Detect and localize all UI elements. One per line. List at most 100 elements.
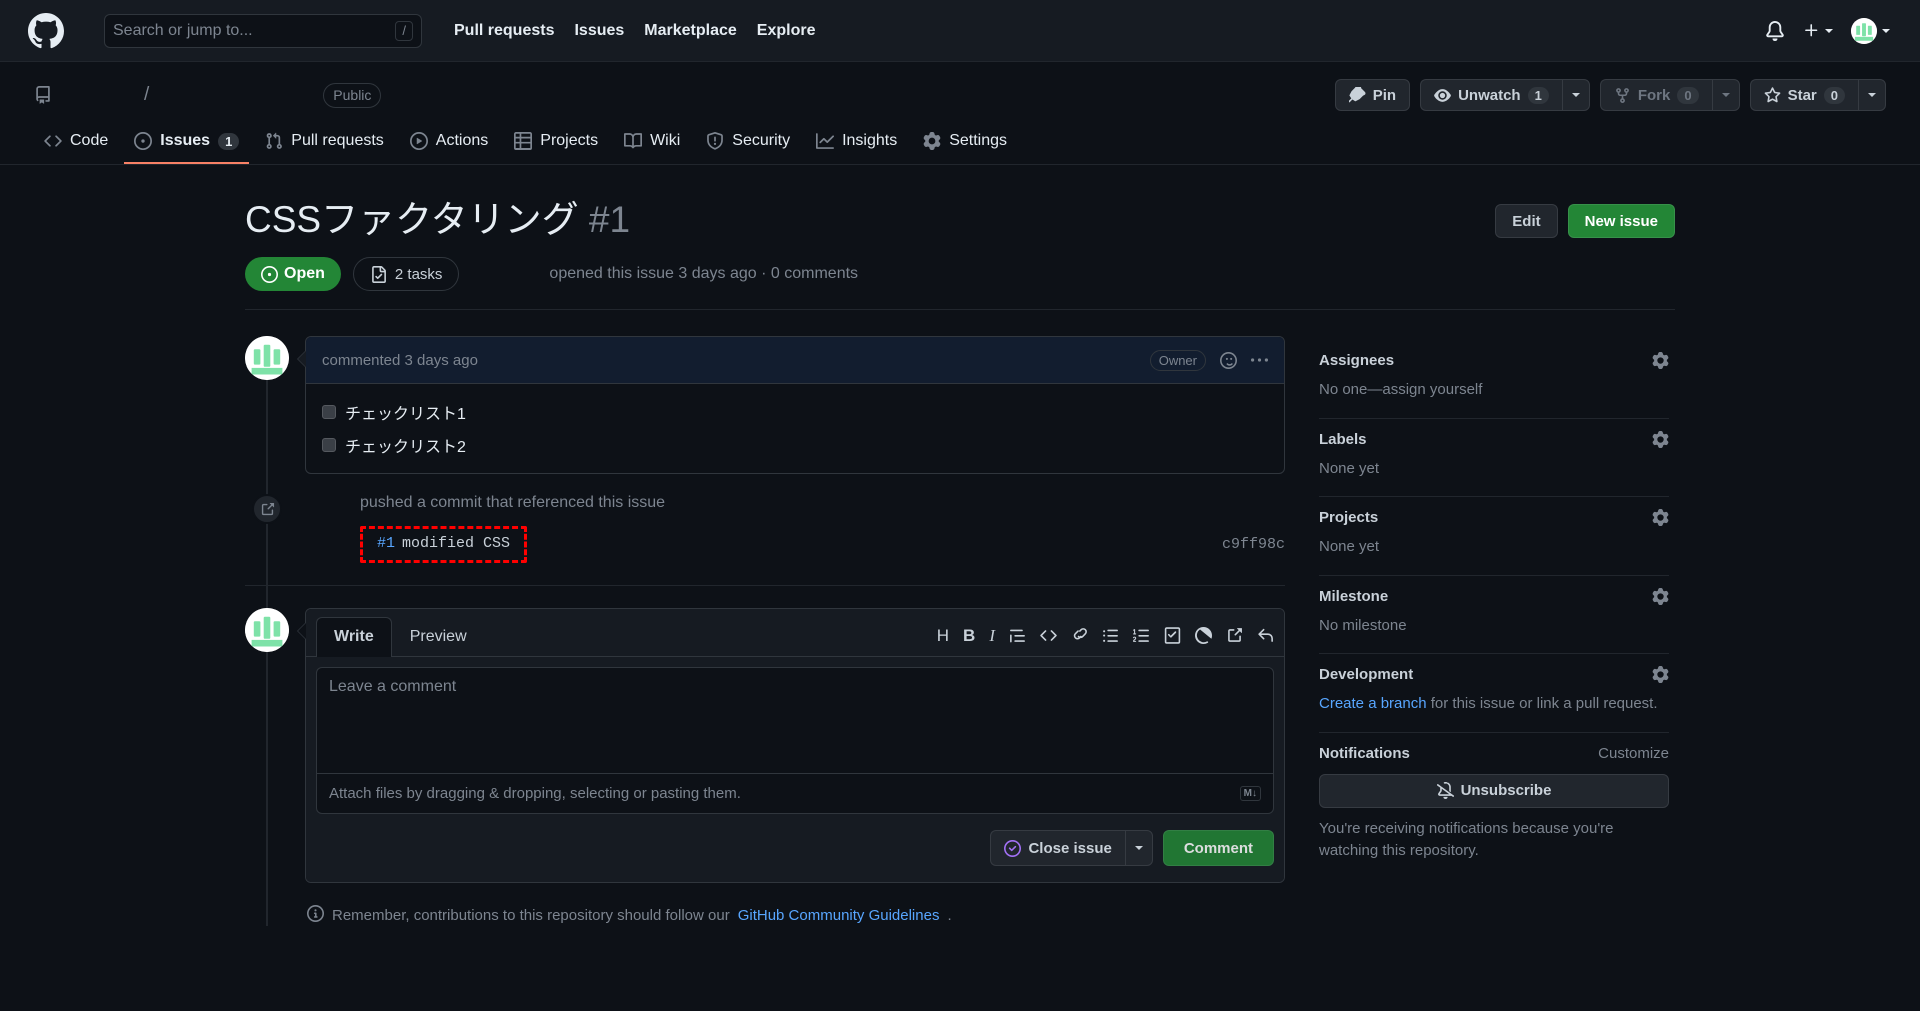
gear-icon[interactable] bbox=[1652, 352, 1669, 370]
projects-value: None yet bbox=[1319, 538, 1380, 556]
guideline-suffix: . bbox=[947, 907, 952, 925]
comment-header: commented 3 days ago Owner bbox=[306, 337, 1284, 385]
repo-tab-pull-requests[interactable]: Pull requests bbox=[255, 124, 394, 164]
repo-tab-insights[interactable]: Insights bbox=[806, 124, 907, 164]
markdown-icon[interactable]: M↓ bbox=[1239, 786, 1261, 802]
nav-marketplace[interactable]: Marketplace bbox=[644, 22, 737, 40]
heading-icon[interactable]: H bbox=[937, 627, 949, 644]
close-issue-label: Close issue bbox=[1028, 839, 1112, 857]
page-title: CSSファクタリング #1 bbox=[245, 197, 630, 243]
attach-files-hint: Attach files by dragging & dropping, sel… bbox=[329, 785, 741, 803]
table-icon bbox=[514, 132, 533, 150]
issue-meta-row: Open 2 tasks opened this issue 3 days ag… bbox=[245, 257, 1675, 311]
unwatch-count: 1 bbox=[1527, 86, 1549, 104]
unwatch-button[interactable]: Unwatch 1 bbox=[1420, 79, 1562, 111]
checkbox-icon[interactable] bbox=[322, 405, 336, 420]
create-branch-link[interactable]: Create a branch bbox=[1319, 695, 1427, 712]
repo-tab-projects[interactable]: Projects bbox=[504, 124, 608, 164]
star-dropdown-button[interactable] bbox=[1858, 79, 1886, 111]
pin-icon bbox=[1348, 86, 1366, 102]
fork-count: 0 bbox=[1677, 86, 1699, 104]
repo-tab-wiki[interactable]: Wiki bbox=[614, 124, 690, 164]
fork-dropdown-button[interactable] bbox=[1711, 79, 1740, 111]
event-title: pushed a commit that referenced this iss… bbox=[360, 494, 666, 512]
comment-header-actions: Owner bbox=[1149, 349, 1268, 371]
kebab-horizontal-icon[interactable] bbox=[1251, 352, 1268, 369]
watch-dropdown-button[interactable] bbox=[1561, 79, 1590, 111]
comment-textarea[interactable] bbox=[317, 668, 1273, 769]
nav-explore[interactable]: Explore bbox=[757, 22, 816, 40]
link-icon[interactable] bbox=[1071, 627, 1088, 644]
nav-pull-requests[interactable]: Pull requests bbox=[454, 22, 554, 40]
reply-icon[interactable] bbox=[1257, 627, 1274, 644]
timeline-event-content: pushed a commit that referenced this iss… bbox=[298, 494, 1285, 564]
gear-icon[interactable] bbox=[1652, 430, 1669, 448]
repo-tab-label: Code bbox=[70, 132, 109, 149]
github-mark-icon[interactable] bbox=[28, 12, 64, 49]
comment-submit-button[interactable]: Comment bbox=[1162, 830, 1274, 867]
repo-title-row: / Public Pin Unwatch 1 Fork 0 Star 0 bbox=[34, 78, 1886, 112]
bold-icon[interactable]: B bbox=[963, 627, 975, 644]
info-icon bbox=[307, 905, 324, 926]
commit-issue-ref[interactable]: #1 bbox=[377, 535, 395, 552]
avatar[interactable] bbox=[245, 608, 289, 653]
avatar[interactable] bbox=[245, 336, 289, 381]
commit-message[interactable]: modified CSS bbox=[402, 535, 510, 552]
sidebar-title: Labels bbox=[1319, 430, 1367, 448]
bell-icon[interactable] bbox=[1765, 20, 1785, 41]
tasklist-icon bbox=[372, 265, 386, 283]
tab-preview[interactable]: Preview bbox=[392, 617, 485, 657]
close-issue-button[interactable]: Close issue bbox=[990, 830, 1125, 867]
visibility-badge: Public bbox=[323, 82, 382, 108]
profile-menu[interactable] bbox=[1851, 17, 1890, 44]
tasklist-icon[interactable] bbox=[1164, 627, 1181, 644]
guideline-link[interactable]: GitHub Community Guidelines bbox=[738, 907, 940, 924]
quote-icon[interactable] bbox=[1009, 627, 1026, 644]
search-input[interactable]: Search or jump to... / bbox=[104, 13, 422, 48]
pin-button[interactable]: Pin bbox=[1334, 79, 1411, 111]
close-issue-dropdown-button[interactable] bbox=[1124, 830, 1153, 867]
repo-actions: Pin Unwatch 1 Fork 0 Star 0 bbox=[1334, 79, 1886, 111]
customize-notifications-link[interactable]: Customize bbox=[1598, 745, 1669, 762]
code-icon[interactable] bbox=[1040, 627, 1057, 644]
mention-icon[interactable] bbox=[1195, 627, 1212, 645]
star-button[interactable]: Star 0 bbox=[1749, 79, 1858, 111]
commit-sha[interactable]: c9ff98c bbox=[1222, 536, 1285, 553]
create-new-button[interactable] bbox=[1803, 22, 1833, 39]
repo-tab-issues[interactable]: Issues 1 bbox=[124, 124, 250, 164]
sidebar-title: Development bbox=[1319, 666, 1414, 684]
search-placeholder: Search or jump to... bbox=[113, 21, 253, 39]
development-text: for this issue or link a pull request. bbox=[1426, 695, 1658, 713]
repo-tab-label: Settings bbox=[949, 132, 1008, 149]
gear-icon[interactable] bbox=[1652, 509, 1669, 527]
pin-label: Pin bbox=[1372, 86, 1397, 104]
unordered-list-icon[interactable] bbox=[1102, 627, 1119, 644]
repo-tab-code[interactable]: Code bbox=[34, 124, 118, 164]
repo-tab-label: Actions bbox=[435, 132, 489, 149]
new-issue-button[interactable]: New issue bbox=[1567, 204, 1675, 238]
gear-icon[interactable] bbox=[1652, 666, 1669, 684]
markdown-toolbar: H B I bbox=[937, 627, 1274, 656]
tasks-badge[interactable]: 2 tasks bbox=[352, 257, 460, 292]
unsubscribe-button[interactable]: Unsubscribe bbox=[1319, 773, 1669, 808]
task-list-item[interactable]: チェックリスト1 bbox=[322, 400, 1268, 424]
gear-icon[interactable] bbox=[1652, 587, 1669, 605]
task-list-item[interactable]: チェックリスト2 bbox=[322, 433, 1268, 457]
edit-button[interactable]: Edit bbox=[1495, 204, 1558, 238]
cross-reference-icon[interactable] bbox=[1226, 627, 1243, 644]
repo-tab-settings[interactable]: Settings bbox=[913, 124, 1017, 164]
sidebar-section-notifications: Notifications Customize Unsubscribe You'… bbox=[1319, 733, 1669, 879]
ordered-list-icon[interactable] bbox=[1133, 627, 1150, 644]
smiley-icon[interactable] bbox=[1220, 351, 1237, 369]
assignees-value[interactable]: No one—assign yourself bbox=[1319, 379, 1669, 402]
repo-tab-actions[interactable]: Actions bbox=[400, 124, 498, 164]
checkbox-icon[interactable] bbox=[322, 438, 336, 453]
author-role-badge: Owner bbox=[1149, 349, 1206, 371]
fork-button[interactable]: Fork 0 bbox=[1599, 79, 1712, 111]
triangle-down-icon bbox=[1571, 93, 1580, 97]
repo-tab-security[interactable]: Security bbox=[696, 124, 800, 164]
italic-icon[interactable]: I bbox=[989, 627, 995, 644]
tab-write[interactable]: Write bbox=[316, 617, 392, 658]
nav-issues[interactable]: Issues bbox=[574, 22, 624, 40]
sidebar-title: Notifications bbox=[1319, 744, 1410, 762]
